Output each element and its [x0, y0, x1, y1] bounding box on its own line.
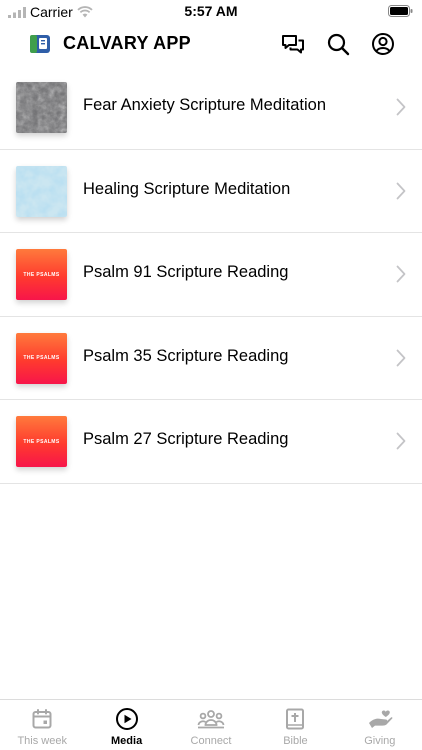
chevron-right-icon — [396, 265, 406, 283]
play-icon — [115, 708, 138, 730]
tab-label: Connect — [190, 735, 232, 747]
list-item-title: Psalm 35 Scripture Reading — [83, 346, 289, 365]
app-logo-icon — [30, 35, 50, 53]
media-list: Fear Anxiety Scripture Meditation Healin… — [0, 66, 422, 484]
chevron-right-icon — [396, 349, 406, 366]
media-thumbnail: THE PSALMS — [16, 332, 67, 384]
list-item-title: Psalm 27 Scripture Reading — [83, 430, 289, 448]
list-item-title: Healing Scripture Meditation — [83, 179, 291, 198]
media-thumbnail — [16, 82, 67, 133]
tab-label: Bible — [283, 735, 308, 747]
calendar-icon — [32, 709, 52, 729]
chevron-right-icon — [396, 98, 406, 116]
list-item-title: Fear Anxiety Scripture Meditation — [83, 96, 327, 114]
list-item[interactable]: Fear Anxiety Scripture Meditation — [0, 66, 422, 150]
battery-icon — [388, 5, 413, 17]
list-item[interactable]: THE PSALMS Psalm 91 Scripture Reading — [0, 233, 422, 317]
search-icon[interactable] — [325, 31, 351, 57]
tab-connect[interactable]: Connect — [169, 700, 253, 750]
media-thumbnail: THE PSALMS — [16, 416, 67, 467]
app-header: CALVARY APP — [0, 22, 422, 66]
list-item-title: Psalm 91 Scripture Reading — [83, 263, 289, 281]
status-bar: Carrier 5:57 AM — [0, 0, 422, 22]
media-thumbnail — [16, 165, 67, 217]
tab-bar: This week Media Connect Bible Giving — [0, 699, 422, 750]
water-texture-image — [16, 165, 67, 217]
thumbnail-text: THE PSALMS — [23, 438, 60, 445]
media-thumbnail: THE PSALMS — [16, 249, 67, 300]
tab-label: Giving — [364, 735, 396, 747]
app-title: CALVARY APP — [63, 33, 191, 53]
status-time: 5:57 AM — [184, 3, 238, 19]
chevron-right-icon — [396, 182, 406, 199]
group-icon — [197, 710, 225, 729]
chevron-right-icon — [396, 432, 406, 450]
list-item[interactable]: THE PSALMS Psalm 27 Scripture Reading — [0, 400, 422, 484]
list-item[interactable]: THE PSALMS Psalm 35 Scripture Reading — [0, 317, 422, 400]
stone-texture-image — [16, 82, 67, 133]
tab-media[interactable]: Media — [84, 700, 168, 750]
giving-hand-icon — [368, 710, 393, 728]
thumbnail-text: THE PSALMS — [23, 355, 60, 361]
tab-label: This week — [17, 735, 67, 747]
chat-icon[interactable] — [280, 31, 306, 57]
tab-label: Media — [111, 735, 143, 747]
tab-this-week[interactable]: This week — [0, 700, 84, 750]
thumbnail-text: THE PSALMS — [23, 271, 60, 278]
bible-icon — [286, 708, 305, 730]
tab-giving[interactable]: Giving — [338, 700, 422, 750]
tab-bible[interactable]: Bible — [253, 700, 337, 750]
list-item[interactable]: Healing Scripture Meditation — [0, 150, 422, 233]
account-icon[interactable] — [370, 31, 396, 57]
